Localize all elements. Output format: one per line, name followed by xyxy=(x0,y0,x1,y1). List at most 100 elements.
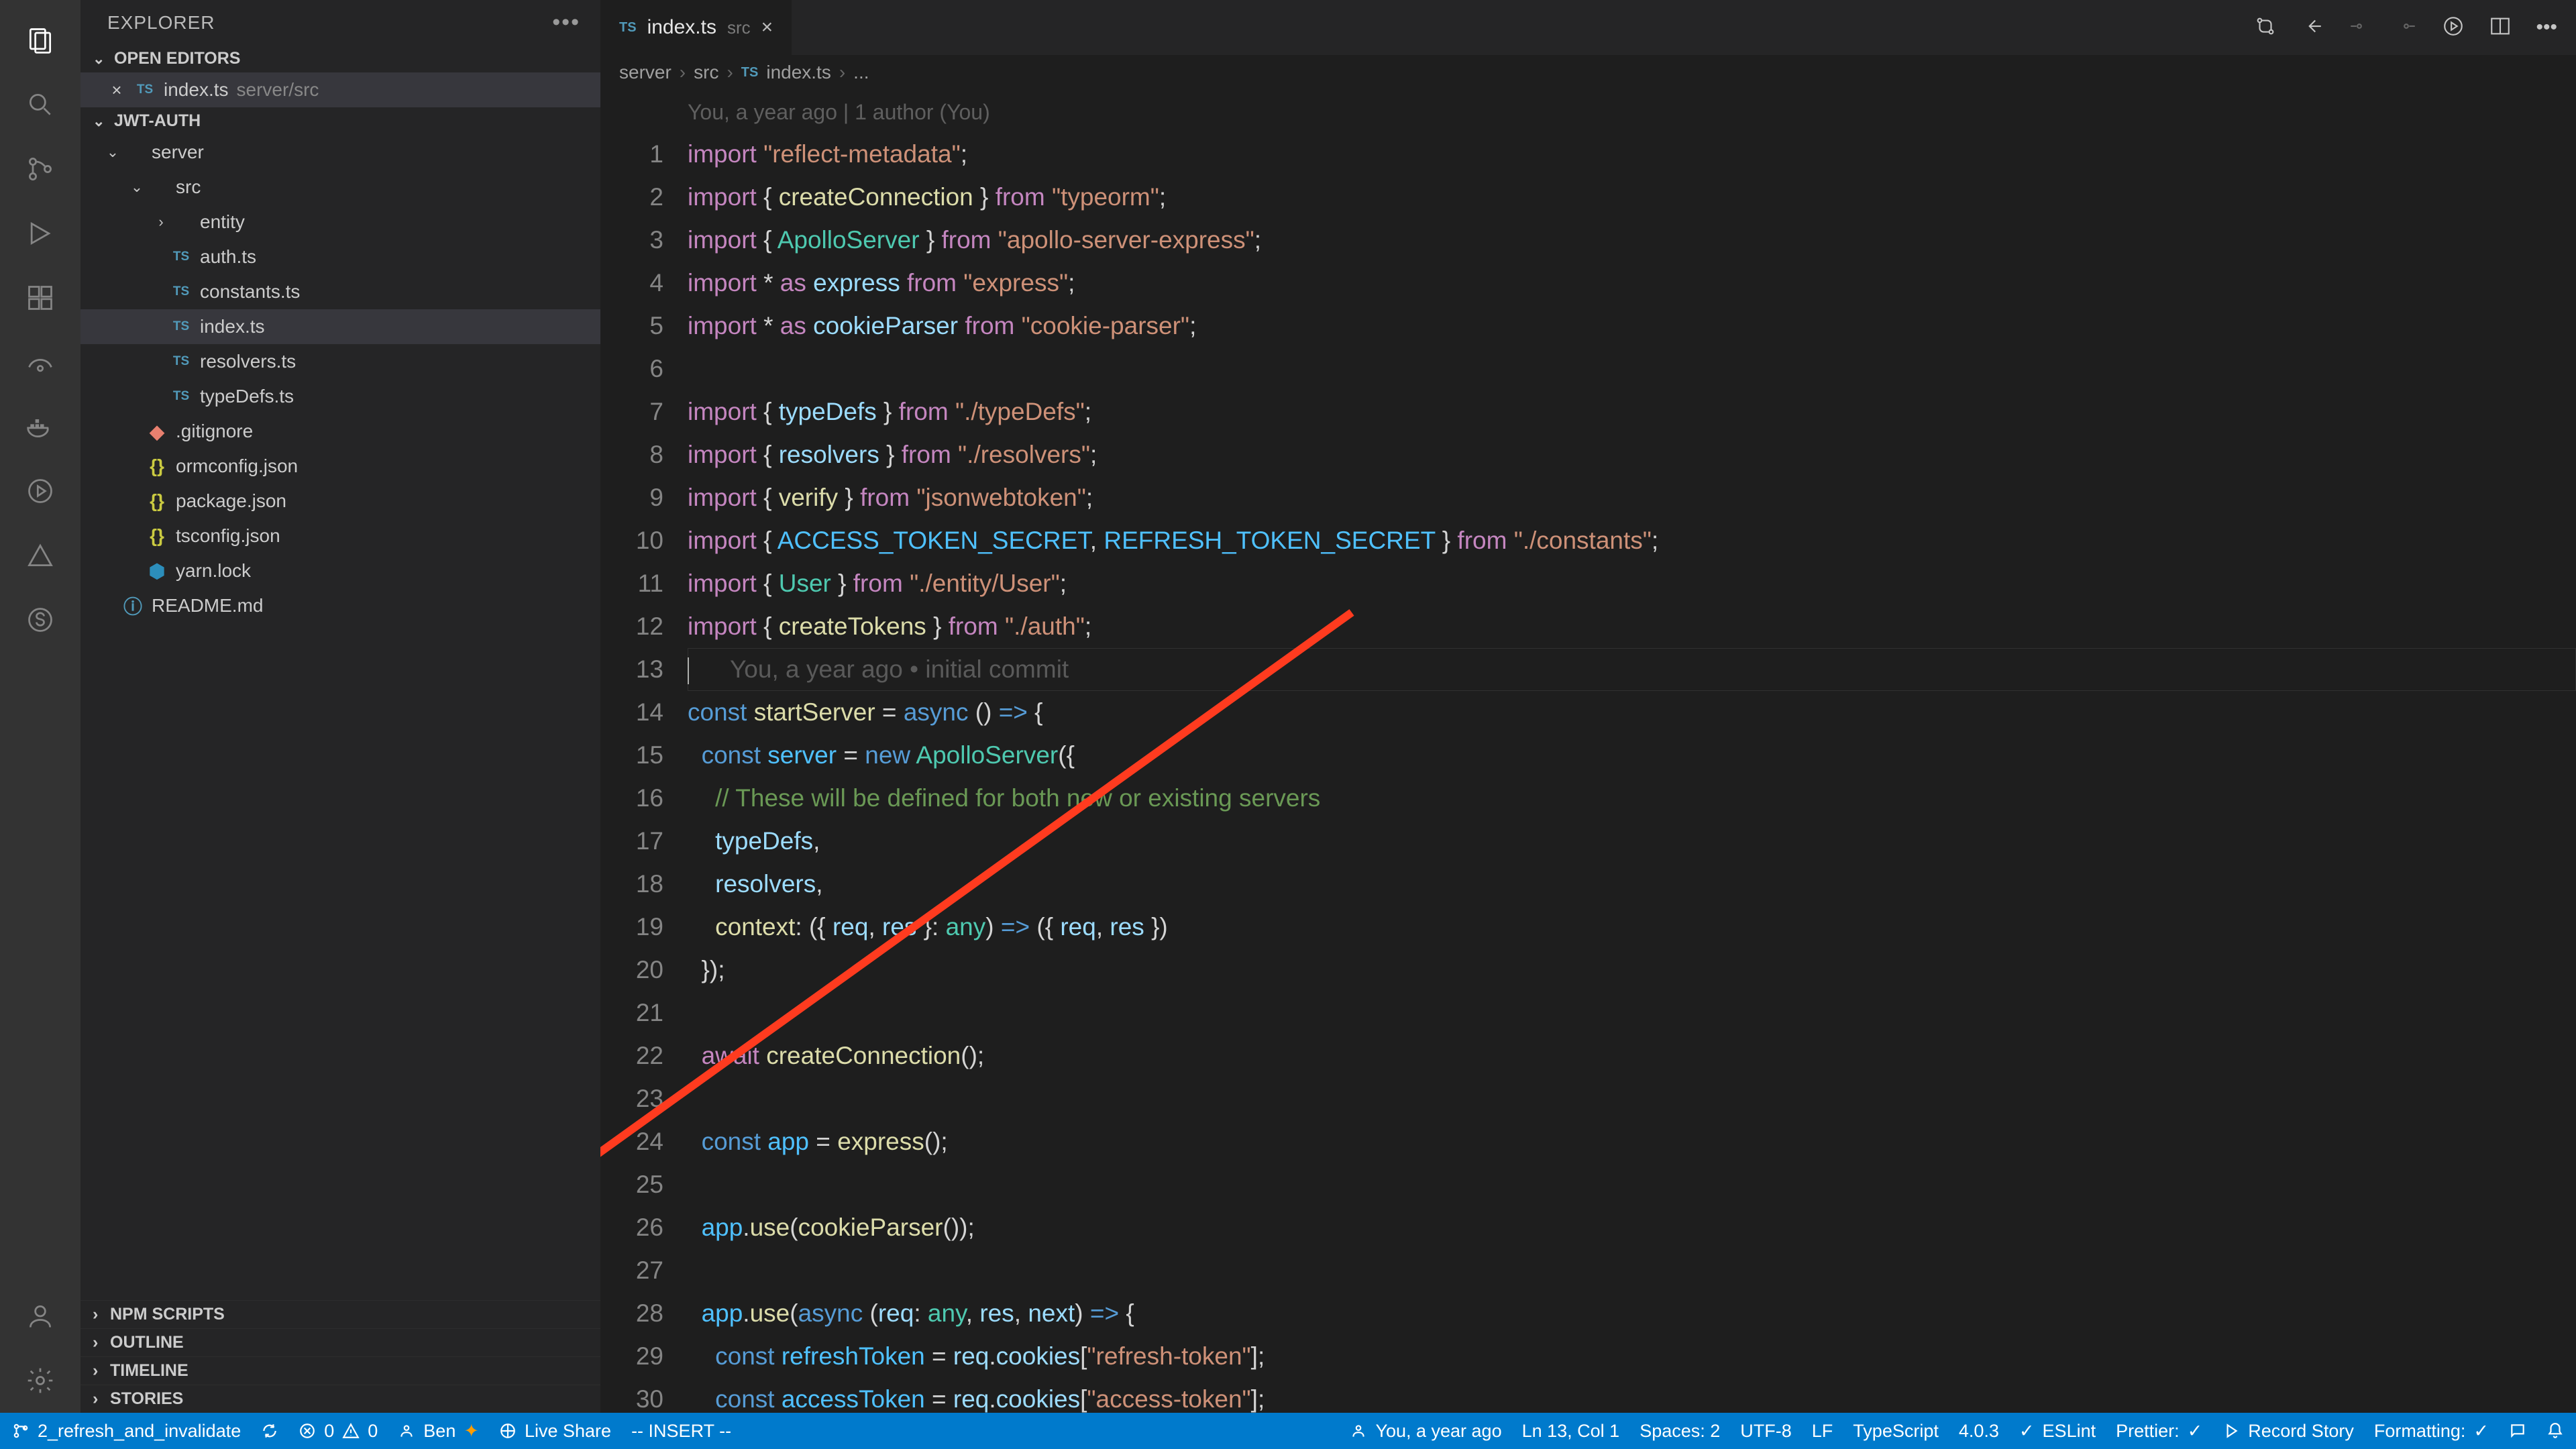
tree-file[interactable]: TS typeDefs.ts xyxy=(80,379,600,414)
ts-file-icon: TS xyxy=(741,65,759,80)
section-project-label: JWT-AUTH xyxy=(114,111,201,131)
tab-filename: index.ts xyxy=(647,16,716,39)
run-icon[interactable] xyxy=(20,213,60,254)
status-branch[interactable]: 2_refresh_and_invalidate xyxy=(12,1421,241,1442)
code-content[interactable]: You, a year ago | 1 author (You)import "… xyxy=(688,90,2576,1413)
ts-file-icon: TS xyxy=(169,354,193,369)
status-blame[interactable]: You, a year ago xyxy=(1350,1421,1501,1442)
tree-file[interactable]: TSconstants.ts xyxy=(80,274,600,309)
remote-explorer-icon[interactable] xyxy=(20,342,60,382)
breadcrumb-item[interactable]: server xyxy=(619,62,672,83)
status-ts-version[interactable]: 4.0.3 xyxy=(1959,1421,1999,1442)
info-file-icon: ⓘ xyxy=(121,592,145,619)
status-eol-label: LF xyxy=(1812,1421,1833,1442)
status-cursor-pos[interactable]: Ln 13, Col 1 xyxy=(1522,1421,1620,1442)
section-project[interactable]: ⌄JWT-AUTH xyxy=(80,107,600,135)
editor-actions: ••• xyxy=(2254,0,2576,55)
play-circle-icon[interactable] xyxy=(20,471,60,511)
letter-s-icon[interactable] xyxy=(20,600,60,640)
status-errors-count: 0 xyxy=(324,1421,334,1442)
tree-file[interactable]: {} package.json xyxy=(80,484,600,519)
open-editor-item[interactable]: × TS index.ts server/src xyxy=(80,72,600,107)
tree-folder[interactable]: ›entity xyxy=(80,205,600,239)
section-open-editors[interactable]: ⌄OPEN EDITORS xyxy=(80,45,600,72)
close-icon[interactable]: × xyxy=(107,80,126,101)
tree-file[interactable]: TSresolvers.ts xyxy=(80,344,600,379)
search-icon[interactable] xyxy=(20,85,60,125)
status-user[interactable]: Ben✦ xyxy=(398,1421,479,1442)
section-npm-scripts[interactable]: ›NPM SCRIPTS xyxy=(80,1300,600,1328)
status-record-story[interactable]: Record Story xyxy=(2222,1421,2354,1442)
status-branch-label: 2_refresh_and_invalidate xyxy=(38,1421,241,1442)
section-outline[interactable]: ›OUTLINE xyxy=(80,1328,600,1356)
status-sync[interactable] xyxy=(261,1422,278,1440)
status-vim-mode: -- INSERT -- xyxy=(631,1421,731,1442)
status-spaces-label: Spaces: 2 xyxy=(1640,1421,1720,1442)
status-live-share[interactable]: Live Share xyxy=(499,1421,611,1442)
code-editor[interactable]: 1234567891011121314151617181920212223242… xyxy=(600,90,2576,1413)
breadcrumb-item[interactable]: index.ts xyxy=(766,62,831,83)
tree-file[interactable]: ⬢yarn.lock xyxy=(80,553,600,588)
ts-file-icon: TS xyxy=(169,389,193,404)
more-icon[interactable]: ••• xyxy=(2536,16,2557,39)
tree-file[interactable]: ◆.gitignore xyxy=(80,414,600,449)
tab-path: src xyxy=(727,17,751,38)
breadcrumb-item[interactable]: src xyxy=(694,62,718,83)
tree-item-label: package.json xyxy=(176,490,286,512)
status-prettier[interactable]: Prettier:✓ xyxy=(2116,1421,2202,1442)
section-stories[interactable]: ›STORIES xyxy=(80,1385,600,1413)
tree-file[interactable]: TSauth.ts xyxy=(80,239,600,274)
tree-item-label: constants.ts xyxy=(200,281,300,303)
tree-item-label: ormconfig.json xyxy=(176,455,298,477)
status-vim-label: -- INSERT -- xyxy=(631,1421,731,1442)
status-feedback-icon[interactable] xyxy=(2509,1422,2526,1440)
status-live-share-label: Live Share xyxy=(525,1421,611,1442)
git-compare-icon[interactable] xyxy=(2254,15,2277,41)
breadcrumbs[interactable]: server› src› TS index.ts› ... xyxy=(600,55,2576,90)
status-eol[interactable]: LF xyxy=(1812,1421,1833,1442)
account-icon[interactable] xyxy=(20,1296,60,1336)
tree-file[interactable]: TSindex.ts xyxy=(80,309,600,344)
status-spaces[interactable]: Spaces: 2 xyxy=(1640,1421,1720,1442)
sidebar-explorer: EXPLORER ••• ⌄OPEN EDITORS × TS index.ts… xyxy=(80,0,600,1413)
tree-folder[interactable]: ⌄src xyxy=(80,170,600,205)
nav-dash-icon[interactable] xyxy=(2348,15,2371,41)
json-file-icon: {} xyxy=(145,490,169,512)
docker-icon[interactable] xyxy=(20,407,60,447)
tree-item-label: README.md xyxy=(152,595,263,616)
nav-back-icon[interactable] xyxy=(2301,15,2324,41)
status-problems[interactable]: 0 0 xyxy=(299,1421,378,1442)
status-lang-label: TypeScript xyxy=(1853,1421,1939,1442)
extensions-icon[interactable] xyxy=(20,278,60,318)
source-control-icon[interactable] xyxy=(20,149,60,189)
sidebar-more-icon[interactable]: ••• xyxy=(552,9,580,36)
tree-folder[interactable]: ⌄server xyxy=(80,135,600,170)
tree-file[interactable]: {}tsconfig.json xyxy=(80,519,600,553)
settings-gear-icon[interactable] xyxy=(20,1360,60,1401)
tree-item-label: src xyxy=(176,176,201,198)
tree-item-label: typeDefs.ts xyxy=(200,386,294,407)
status-eslint[interactable]: ✓ESLint xyxy=(2019,1421,2096,1442)
section-open-editors-label: OPEN EDITORS xyxy=(114,49,240,68)
close-icon[interactable]: × xyxy=(761,16,773,39)
nav-fwd-icon[interactable] xyxy=(2395,15,2418,41)
triangle-icon[interactable] xyxy=(20,535,60,576)
json-file-icon: {} xyxy=(145,455,169,477)
split-editor-icon[interactable] xyxy=(2489,15,2512,41)
explorer-icon[interactable] xyxy=(20,20,60,60)
tree-file[interactable]: {} ormconfig.json xyxy=(80,449,600,484)
status-language[interactable]: TypeScript xyxy=(1853,1421,1939,1442)
ts-file-icon: TS xyxy=(169,319,193,334)
run-file-icon[interactable] xyxy=(2442,15,2465,41)
status-encoding[interactable]: UTF-8 xyxy=(1740,1421,1792,1442)
status-bell-icon[interactable] xyxy=(2546,1422,2564,1440)
file-tree: ⌄server⌄src›entityTSauth.tsTSconstants.t… xyxy=(80,135,600,1300)
section-timeline[interactable]: ›TIMELINE xyxy=(80,1356,600,1385)
section-npm-label: NPM SCRIPTS xyxy=(110,1305,225,1324)
activity-bar xyxy=(0,0,80,1413)
tab-index-ts[interactable]: TS index.ts src × xyxy=(600,0,792,55)
status-formatting[interactable]: Formatting:✓ xyxy=(2374,1421,2489,1442)
status-prettier-label: Prettier: xyxy=(2116,1421,2180,1442)
breadcrumb-item[interactable]: ... xyxy=(853,62,869,83)
tree-file[interactable]: ⓘ README.md xyxy=(80,588,600,623)
